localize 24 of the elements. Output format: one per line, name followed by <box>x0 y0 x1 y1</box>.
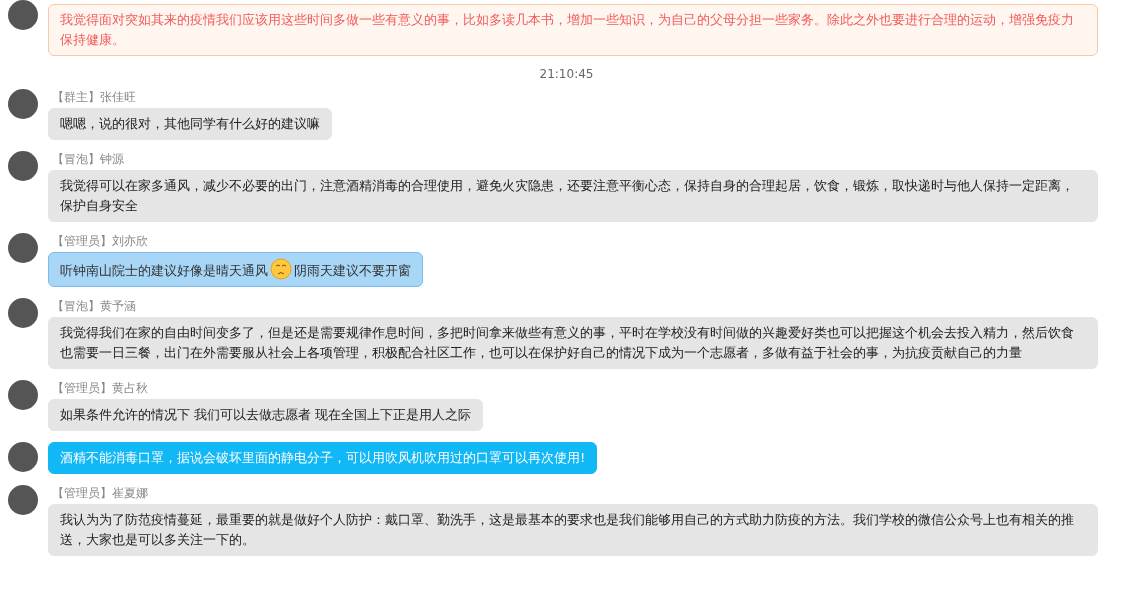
worried-face-icon <box>270 258 292 280</box>
avatar[interactable] <box>8 89 38 119</box>
avatar[interactable] <box>8 0 38 30</box>
sender-name: 【冒泡】黄予涵 <box>52 298 136 315</box>
sender-name: 【群主】张佳旺 <box>52 89 136 106</box>
message-bubble: 听钟南山院士的建议好像是晴天通风 阴雨天建议不要开窗 <box>48 252 423 287</box>
sender-name: 【冒泡】钟源 <box>52 151 124 168</box>
avatar[interactable] <box>8 485 38 515</box>
timestamp: 21:10:45 <box>539 67 594 81</box>
message-bubble: 酒精不能消毒口罩，据说会破坏里面的静电分子，可以用吹风机吹用过的口罩可以再次使用! <box>48 442 598 474</box>
sender-name: 【管理员】刘亦欣 <box>52 233 148 250</box>
message-bubble: 我觉得我们在家的自由时间变多了，但是还是需要规律作息时间，多把时间拿来做些有意义的事，平时在学校没有时间做的兴趣爱好类也可以把握这个机会去投入精力，然后饮食也需要一日三餐，出门在外需要服从社会上各项管理，积极配合社区工作，也可以在保护好自己的情况下成为一个志愿者，多做有益于社会的事，为抗疫贡献自己的力量 <box>48 317 1098 369</box>
message-bubble: 我觉得可以在家多通风，减少不必要的出门，注意酒精消毒的合理使用，避免火灾隐患，还要注意平衡心态，保持自身的合理起居，饮食，锻炼，取快递时与他人保持一定距离，保护自身安全 <box>48 170 1098 222</box>
avatar[interactable] <box>8 298 38 328</box>
message-bubble: 嗯嗯，说的很对，其他同学有什么好的建议嘛 <box>48 108 332 140</box>
sender-name: 【管理员】崔夏娜 <box>52 485 148 502</box>
avatar[interactable] <box>8 442 38 472</box>
avatar[interactable] <box>8 151 38 181</box>
message-bubble: 我认为为了防范疫情蔓延，最重要的就是做好个人防护：戴口罩、勤洗手，这是最基本的要求也是我们能够用自己的方式助力防疫的方法。我们学校的微信公众号上也有相关的推送，大家也是可以多关注一下的。 <box>48 504 1098 556</box>
avatar[interactable] <box>8 380 38 410</box>
message-bubble: 如果条件允许的情况下 我们可以去做志愿者 现在全国上下正是用人之际 <box>48 399 484 431</box>
message-bubble: 我觉得面对突如其来的疫情我们应该用这些时间多做一些有意义的事，比如多读几本书，增加一些知识，为自己的父母分担一些家务。除此之外也要进行合理的运动，增强免疫力保持健康。 <box>48 4 1098 56</box>
sender-name: 【管理员】黄占秋 <box>52 380 148 397</box>
avatar[interactable] <box>8 233 38 263</box>
